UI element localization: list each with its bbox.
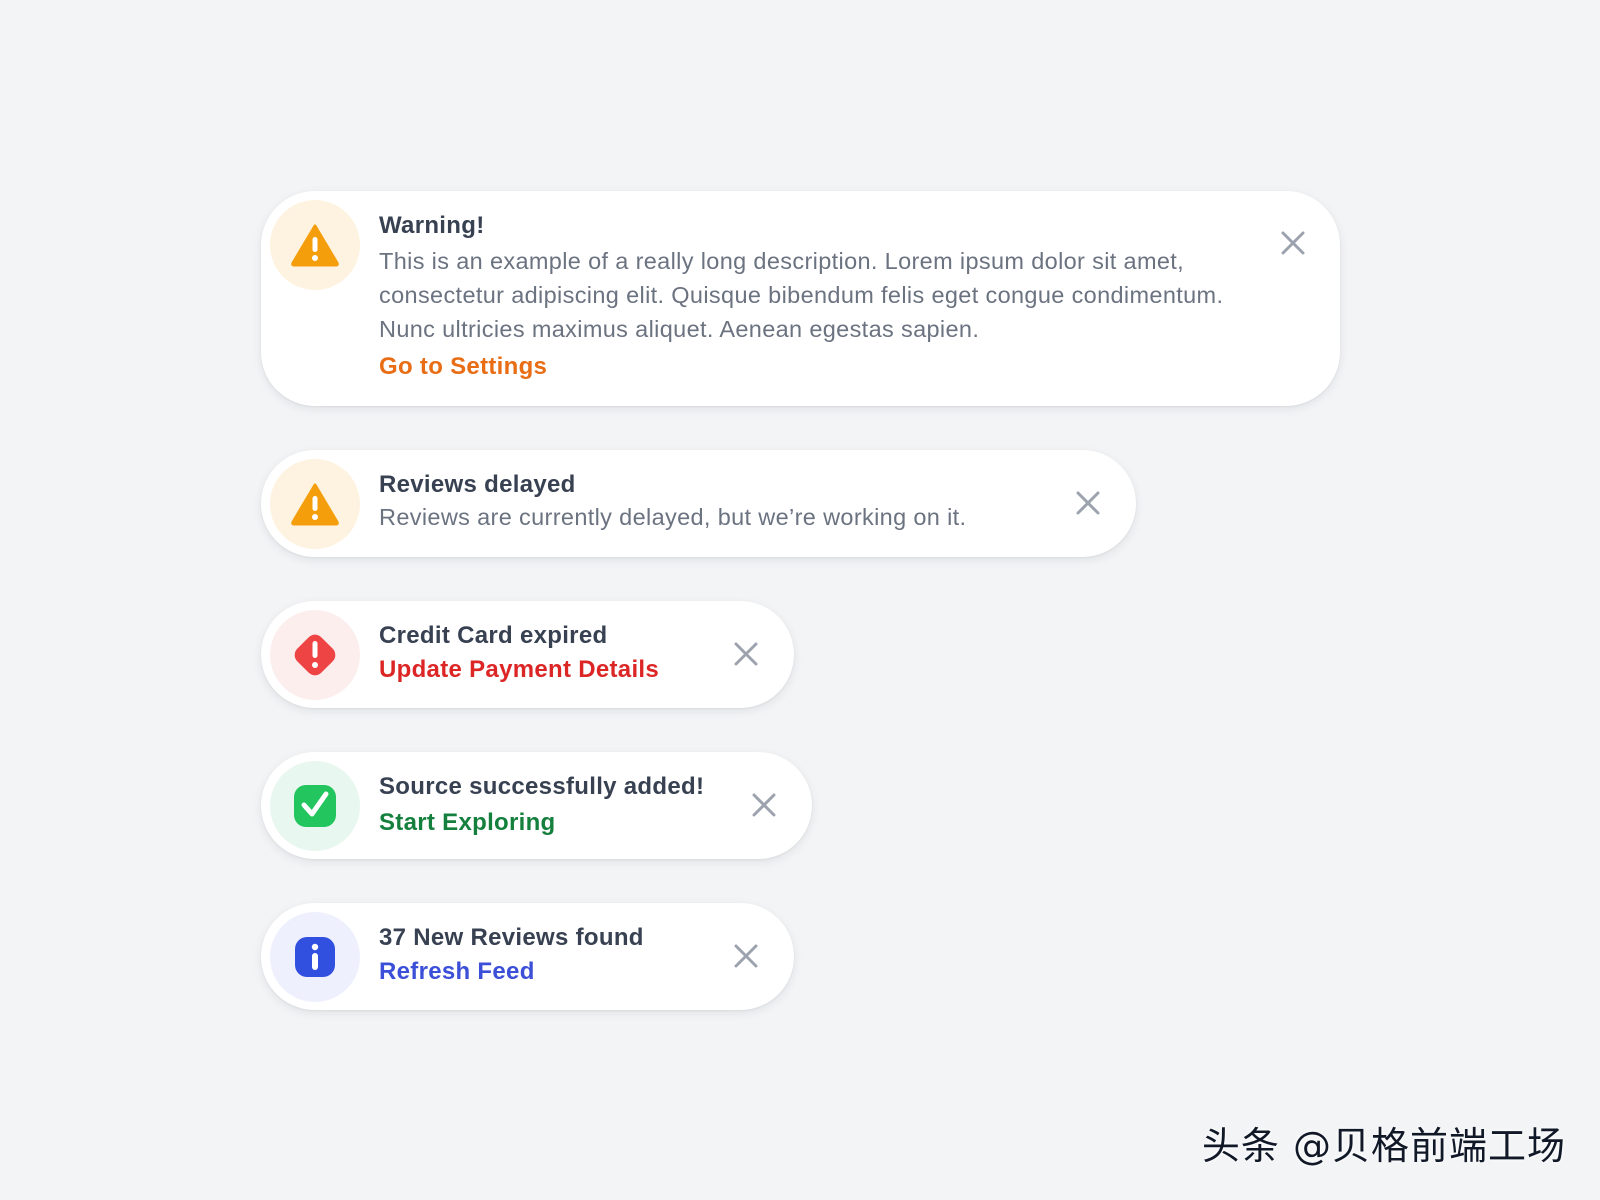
warning-icon-badge (270, 200, 360, 290)
notification-warning: Warning! This is an example of a really … (261, 191, 1340, 406)
success-check-icon (294, 785, 336, 827)
notification-credit-card-expired: Credit Card expired Update Payment Detai… (261, 601, 794, 708)
start-exploring-link[interactable]: Start Exploring (379, 808, 556, 838)
close-icon (734, 944, 758, 968)
notification-title: Source successfully added! (379, 773, 705, 800)
notification-title: Warning! (379, 212, 485, 239)
notification-description: This is an example of a really long desc… (379, 248, 1224, 342)
close-button[interactable] (1074, 489, 1102, 517)
go-to-settings-link[interactable]: Go to Settings (379, 352, 547, 382)
update-payment-details-link[interactable]: Update Payment Details (379, 655, 659, 685)
close-button[interactable] (732, 942, 760, 970)
close-icon (1076, 491, 1100, 515)
notification-title: 37 New Reviews found (379, 924, 644, 951)
refresh-feed-link[interactable]: Refresh Feed (379, 957, 535, 987)
watermark: 头条 @贝格前端工场 (1201, 1124, 1566, 1168)
warning-triangle-icon (291, 224, 339, 267)
notification-source-added: Source successfully added! Start Explori… (261, 752, 812, 859)
close-icon (752, 793, 776, 817)
error-icon-badge (270, 610, 360, 700)
notification-reviews-delayed: Reviews delayed Reviews are currently de… (261, 450, 1136, 557)
close-button[interactable] (750, 791, 778, 819)
close-button[interactable] (1279, 229, 1307, 257)
warning-icon-badge (270, 459, 360, 549)
warning-triangle-icon (291, 483, 339, 526)
close-icon (1281, 231, 1305, 255)
error-diamond-icon (294, 634, 336, 676)
close-icon (734, 642, 758, 666)
notification-title: Reviews delayed (379, 471, 576, 498)
notification-title: Credit Card expired (379, 622, 608, 649)
notification-description: Reviews are currently delayed, but we’re… (379, 504, 967, 530)
success-icon-badge (270, 761, 360, 851)
close-button[interactable] (732, 640, 760, 668)
info-icon (295, 937, 335, 977)
info-icon-badge (270, 912, 360, 1002)
notification-new-reviews: 37 New Reviews found Refresh Feed (261, 903, 794, 1010)
